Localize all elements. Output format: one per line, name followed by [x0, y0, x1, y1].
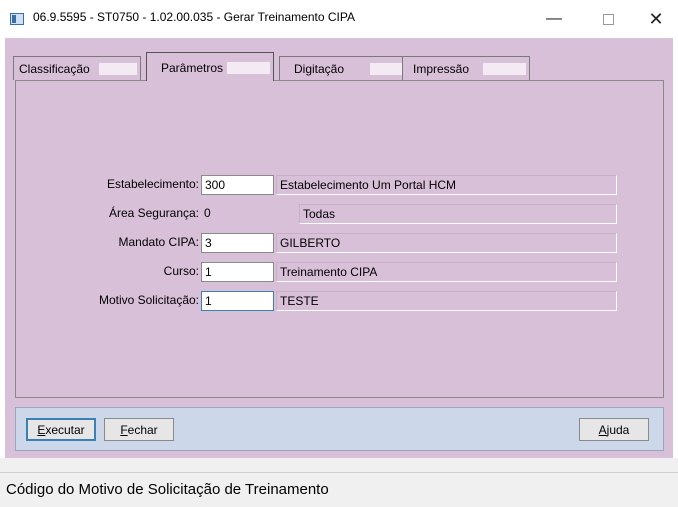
status-text: Código do Motivo de Solicitação de Trein…	[6, 481, 329, 498]
tab-digitacao[interactable]: Digitação	[279, 56, 407, 80]
tab-indicator	[227, 62, 270, 74]
parametros-panel: Estabelecimento: 300 Estabelecimento Um …	[15, 80, 664, 398]
status-separator	[0, 458, 678, 472]
status-bar: Código do Motivo de Solicitação de Trein…	[0, 472, 678, 507]
tab-indicator	[99, 63, 137, 75]
fechar-mnemonic: F	[120, 422, 128, 437]
curso-input[interactable]: 1	[201, 262, 274, 282]
area-seguranca-input[interactable]: 0	[201, 204, 299, 224]
mandato-cipa-input[interactable]: 3	[201, 233, 274, 253]
mandato-cipa-label: Mandato CIPA:	[118, 235, 199, 249]
motivo-solicitacao-label: Motivo Solicitação:	[98, 293, 199, 307]
tab-classificacao[interactable]: Classificação	[13, 56, 141, 80]
tab-impressao[interactable]: Impressão	[402, 56, 530, 80]
ajuda-mnemonic: A	[598, 422, 607, 437]
close-button[interactable]: ✕	[636, 6, 676, 32]
executar-mnemonic: E	[37, 422, 46, 437]
minimize-icon: —	[546, 10, 562, 27]
motivo-solicitacao-description: TESTE	[276, 291, 617, 311]
tab-label: Impressão	[413, 62, 470, 76]
minimize-button[interactable]: —	[534, 6, 574, 32]
fechar-label: echar	[127, 422, 158, 437]
fechar-button[interactable]: Fechar	[104, 418, 174, 441]
ajuda-button[interactable]: Ajuda	[579, 418, 649, 441]
estabelecimento-input[interactable]: 300	[201, 175, 274, 195]
tab-indicator	[370, 63, 403, 75]
maximize-button[interactable]	[588, 6, 628, 32]
executar-button[interactable]: Executar	[26, 418, 96, 441]
dialog-client-area: Classificação Parâmetros Digitação Impre…	[5, 38, 673, 458]
tab-label: Digitação	[294, 62, 345, 76]
estabelecimento-description: Estabelecimento Um Portal HCM	[276, 175, 617, 195]
executar-label: xecutar	[45, 422, 85, 437]
curso-description: Treinamento CIPA	[276, 262, 617, 282]
close-icon: ✕	[648, 8, 664, 29]
tab-parametros[interactable]: Parâmetros	[146, 52, 274, 81]
app-window-icon	[10, 13, 24, 25]
curso-label: Curso:	[163, 264, 199, 278]
mandato-cipa-description: GILBERTO	[276, 233, 617, 253]
title-bar: 06.9.5595 - ST0750 - 1.02.00.035 - Gerar…	[0, 0, 678, 38]
ajuda-label: juda	[606, 422, 630, 437]
maximize-icon	[602, 13, 614, 25]
motivo-solicitacao-input[interactable]: 1	[201, 291, 274, 311]
area-seguranca-label: Área Segurança:	[108, 206, 199, 220]
estabelecimento-label: Estabelecimento:	[106, 177, 199, 191]
area-seguranca-description: Todas	[299, 204, 617, 224]
tab-label: Parâmetros	[161, 61, 224, 75]
tab-label: Classificação	[19, 62, 90, 76]
tab-indicator	[483, 63, 526, 75]
button-bar: Executar Fechar Ajuda	[15, 407, 664, 451]
window-title: 06.9.5595 - ST0750 - 1.02.00.035 - Gerar…	[33, 10, 355, 24]
